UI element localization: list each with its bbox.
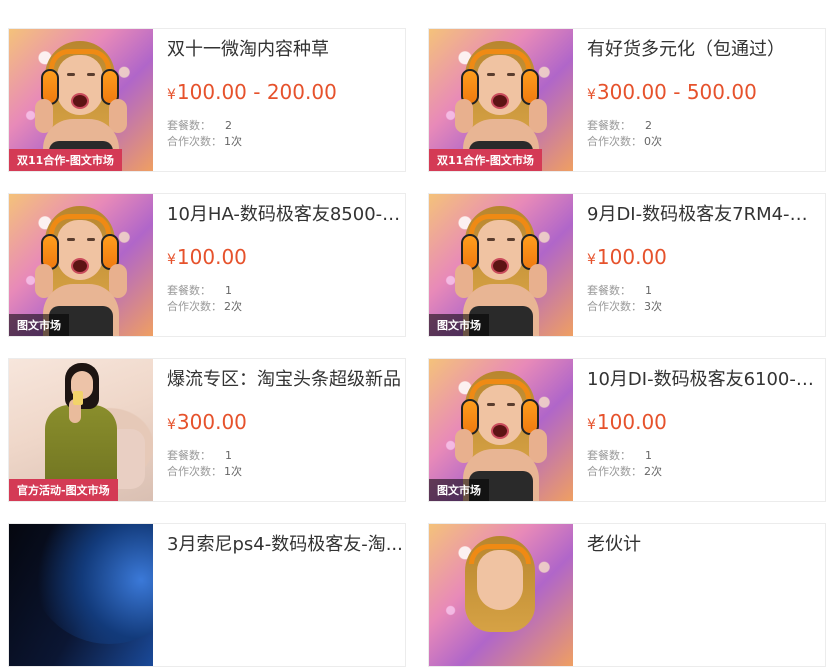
product-card[interactable]: 双11合作-图文市场 有好货多元化（包通过） ¥300.00 - 500.00 …: [428, 28, 826, 172]
product-image[interactable]: [429, 524, 573, 666]
product-title[interactable]: 老伙计: [587, 532, 823, 558]
product-image[interactable]: [9, 524, 153, 666]
coop-count: 合作次数： 2次: [587, 465, 662, 478]
category-tag: 双11合作-图文市场: [9, 149, 122, 171]
product-title[interactable]: 爆流专区：淘宝头条超级新品: [167, 367, 403, 393]
product-price: ¥100.00: [167, 245, 247, 269]
product-title[interactable]: 10月DI-数码极客友6100-淘...: [587, 367, 823, 393]
coop-count: 合作次数： 1次: [167, 135, 242, 148]
package-count: 套餐数： 2: [587, 119, 652, 132]
product-price: ¥100.00: [587, 245, 667, 269]
product-image[interactable]: 图文市场: [429, 359, 573, 501]
package-count: 套餐数： 1: [167, 449, 232, 462]
category-tag: 图文市场: [429, 314, 489, 336]
category-tag: 双11合作-图文市场: [429, 149, 542, 171]
product-image[interactable]: 双11合作-图文市场: [429, 29, 573, 171]
product-card[interactable]: 图文市场 10月HA-数码极客友8500-微淘 ¥100.00 套餐数： 1 合作…: [8, 193, 406, 337]
category-tag: 图文市场: [9, 314, 69, 336]
coop-count: 合作次数： 1次: [167, 465, 242, 478]
product-price: ¥300.00 - 500.00: [587, 80, 757, 104]
product-card[interactable]: 老伙计: [428, 523, 826, 667]
product-title[interactable]: 3月索尼ps4-数码极客友-淘...: [167, 532, 403, 558]
product-card[interactable]: 双11合作-图文市场 双十一微淘内容种草 ¥100.00 - 200.00 套餐…: [8, 28, 406, 172]
category-tag: 图文市场: [429, 479, 489, 501]
product-card[interactable]: 官方活动-图文市场 爆流专区：淘宝头条超级新品 ¥300.00 套餐数： 1 合作…: [8, 358, 406, 502]
product-price: ¥300.00: [167, 410, 247, 434]
product-title[interactable]: 双十一微淘内容种草: [167, 37, 403, 63]
package-count: 套餐数： 1: [587, 284, 652, 297]
product-image[interactable]: 图文市场: [429, 194, 573, 336]
product-card[interactable]: 3月索尼ps4-数码极客友-淘...: [8, 523, 406, 667]
product-card[interactable]: 图文市场 10月DI-数码极客友6100-淘... ¥100.00 套餐数： 1 …: [428, 358, 826, 502]
package-count: 套餐数： 1: [167, 284, 232, 297]
product-price: ¥100.00: [587, 410, 667, 434]
product-title[interactable]: 10月HA-数码极客友8500-微淘: [167, 202, 403, 228]
product-image[interactable]: 图文市场: [9, 194, 153, 336]
coop-count: 合作次数： 2次: [167, 300, 242, 313]
coop-count: 合作次数： 3次: [587, 300, 662, 313]
product-image[interactable]: 双11合作-图文市场: [9, 29, 153, 171]
product-title[interactable]: 9月DI-数码极客友7RM4-微淘: [587, 202, 823, 228]
coop-count: 合作次数： 0次: [587, 135, 662, 148]
package-count: 套餐数： 2: [167, 119, 232, 132]
product-card[interactable]: 图文市场 9月DI-数码极客友7RM4-微淘 ¥100.00 套餐数： 1 合作次…: [428, 193, 826, 337]
product-title[interactable]: 有好货多元化（包通过）: [587, 37, 823, 63]
package-count: 套餐数： 1: [587, 449, 652, 462]
category-tag: 官方活动-图文市场: [9, 479, 118, 501]
product-price: ¥100.00 - 200.00: [167, 80, 337, 104]
product-image[interactable]: 官方活动-图文市场: [9, 359, 153, 501]
